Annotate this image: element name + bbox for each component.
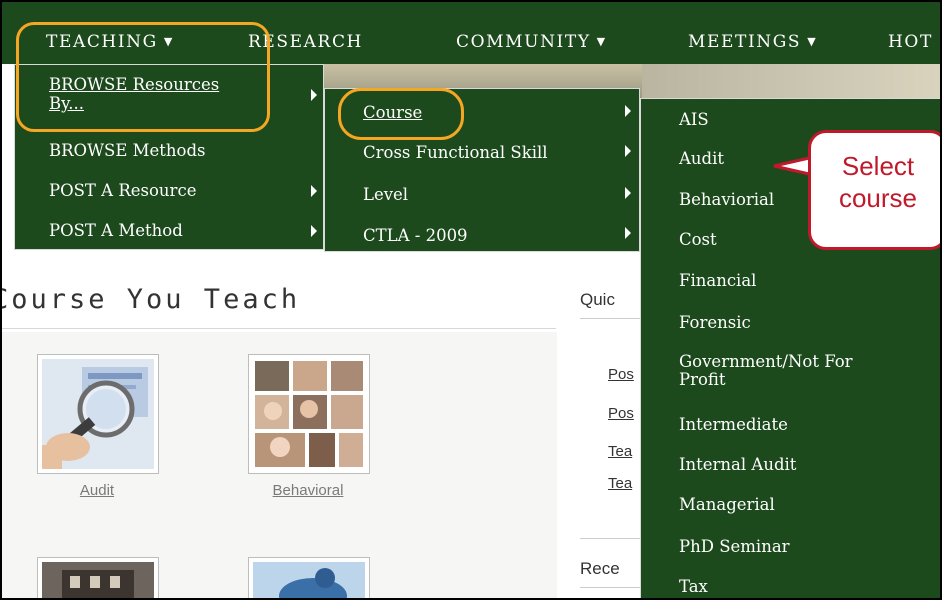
menu-item-post-method[interactable]: POST A Method [49, 221, 183, 240]
menu-item-cross-functional-skill[interactable]: Cross Functional Skill [363, 143, 548, 162]
course-thumbnail-4[interactable] [248, 557, 370, 598]
course-item-cost[interactable]: Cost [679, 230, 717, 249]
audit-magnifier-image [42, 359, 154, 469]
divider [580, 538, 642, 539]
course-item-internal-audit[interactable]: Internal Audit [679, 455, 796, 474]
course-item-forensic[interactable]: Forensic [679, 313, 751, 332]
screenshot-frame: TEACHING ▼ RESEARCH COMMUNITY ▼ MEETINGS ▼ … [0, 0, 942, 600]
divider [580, 587, 642, 588]
course-item-government-not-for-profit[interactable]: Government/Not For Profit [679, 353, 853, 389]
course-thumbnail-audit[interactable] [37, 354, 159, 474]
course-item-phd-seminar[interactable]: PhD Seminar [679, 537, 790, 556]
nav-hot[interactable]: HOT [888, 32, 933, 52]
menu-item-ctla-2009[interactable]: CTLA - 2009 [363, 226, 468, 245]
chevron-right-icon [625, 105, 631, 117]
quick-link-2[interactable]: Pos [608, 405, 634, 422]
menu-item-level[interactable]: Level [363, 185, 408, 204]
chevron-right-icon [311, 89, 317, 101]
select-course-callout: Select course [808, 130, 940, 250]
page-heading: Course You Teach [0, 284, 301, 315]
quick-link-3[interactable]: Tea [608, 443, 632, 460]
chevron-right-icon [311, 225, 317, 237]
course-link-audit[interactable]: Audit [37, 482, 157, 499]
course-thumbnail-3[interactable] [37, 557, 159, 598]
people-collage-image [253, 359, 365, 469]
course-item-managerial[interactable]: Managerial [679, 495, 775, 514]
chevron-right-icon [311, 185, 317, 197]
callout-text-line1: Select [841, 151, 915, 181]
course-item-tax[interactable]: Tax [679, 577, 708, 596]
highlight-teaching-browse [16, 22, 270, 132]
blue-figure-image [253, 562, 365, 598]
chevron-right-icon [625, 145, 631, 157]
chevron-right-icon [625, 187, 631, 199]
course-item-ais[interactable]: AIS [679, 110, 709, 129]
course-item-audit[interactable]: Audit [679, 149, 724, 168]
header-banner-image-right [642, 64, 940, 98]
course-link-behavioral[interactable]: Behavioral [248, 482, 368, 499]
callout-text-line2: course [838, 183, 918, 213]
course-thumbnail-behavioral[interactable] [248, 354, 370, 474]
nav-community[interactable]: COMMUNITY ▼ [456, 32, 607, 52]
quick-link-1[interactable]: Pos [608, 366, 634, 383]
divider [580, 318, 642, 319]
highlight-course [338, 88, 464, 140]
course-item-behaviorial[interactable]: Behaviorial [679, 190, 774, 209]
quick-links-heading: Quic [580, 290, 615, 309]
course-item-financial[interactable]: Financial [679, 271, 756, 290]
chevron-right-icon [625, 227, 631, 239]
menu-item-post-resource[interactable]: POST A Resource [49, 181, 196, 200]
menu-item-browse-methods[interactable]: BROWSE Methods [49, 141, 206, 160]
chevron-down-icon: ▼ [596, 35, 607, 48]
nav-meetings[interactable]: MEETINGS ▼ [688, 32, 817, 52]
course-item-intermediate[interactable]: Intermediate [679, 415, 788, 434]
recent-heading: Rece [580, 559, 620, 578]
quick-link-4[interactable]: Tea [608, 475, 632, 492]
chevron-down-icon: ▼ [807, 35, 818, 48]
building-image [42, 562, 154, 598]
